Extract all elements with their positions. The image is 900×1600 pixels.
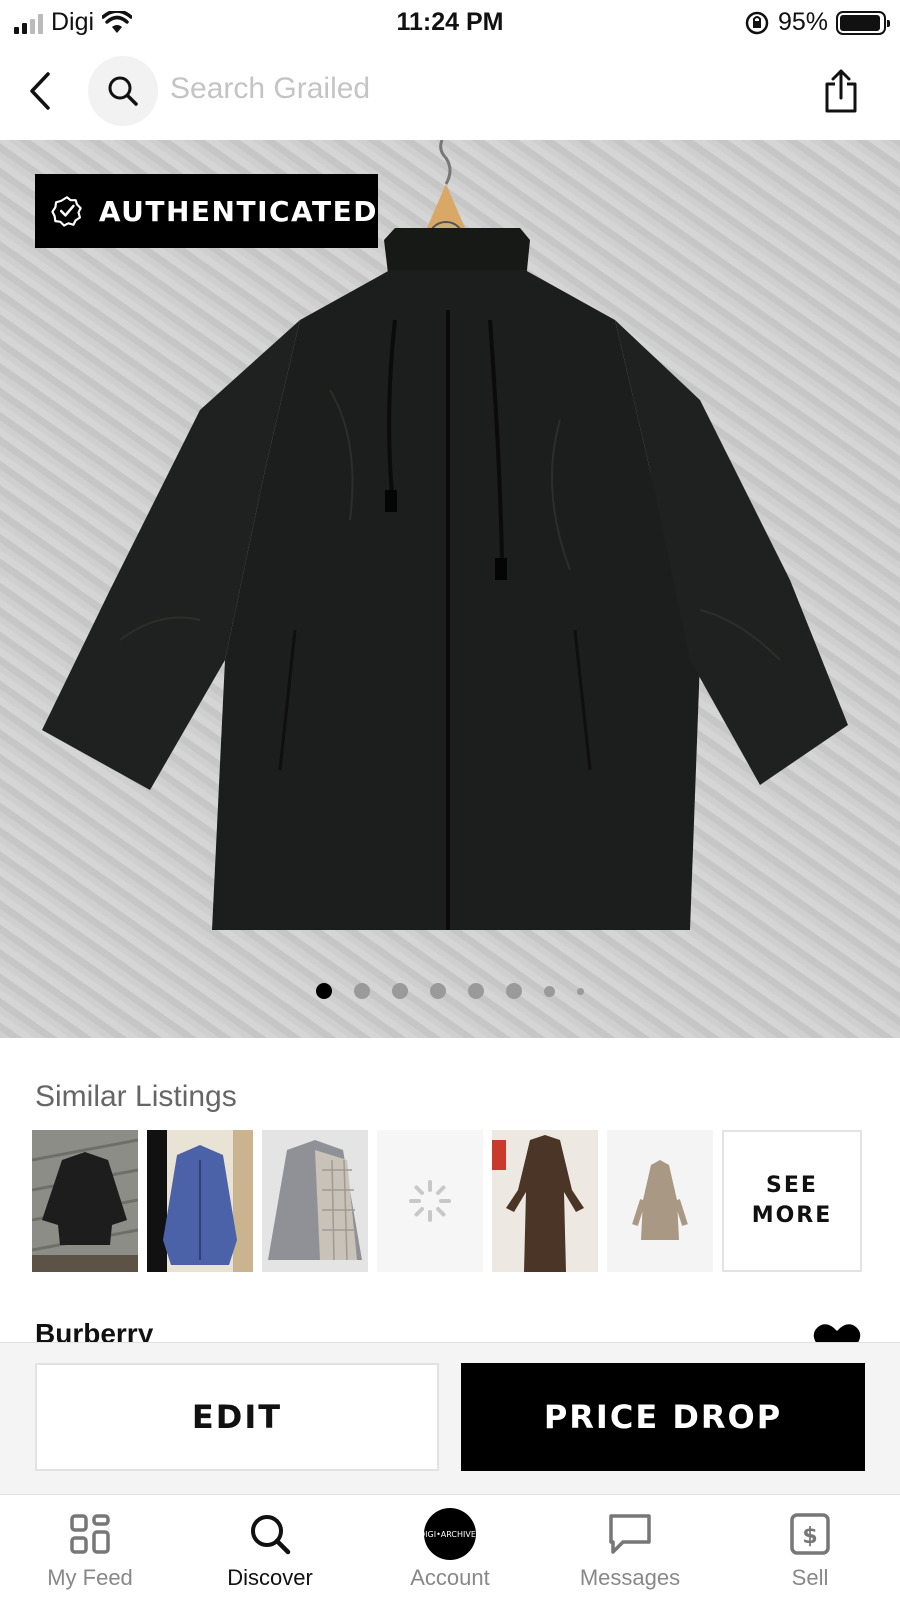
similar-listing-thumb[interactable] — [32, 1130, 138, 1272]
back-button[interactable] — [18, 66, 62, 116]
avatar-image: DIGI•ARCHIVES — [419, 1508, 481, 1560]
similar-listings-title: Similar Listings — [35, 1080, 237, 1113]
search-icon — [245, 1509, 295, 1559]
similar-listing-thumb[interactable] — [377, 1130, 483, 1272]
tab-account[interactable]: DIGI•ARCHIVES Account — [360, 1495, 540, 1600]
authenticated-badge[interactable]: AUTHENTICATED — [35, 174, 378, 248]
similar-listing-thumb[interactable] — [262, 1130, 368, 1272]
similar-listing-thumb[interactable] — [492, 1130, 598, 1272]
top-nav: Search Grailed — [0, 48, 900, 140]
similar-listing-thumb[interactable] — [607, 1130, 713, 1272]
carousel-dot[interactable] — [430, 983, 446, 999]
price-drop-button[interactable]: PRICE DROP — [461, 1363, 865, 1471]
status-bar: Digi 11:24 PM 95% — [0, 0, 900, 46]
dollar-tag-icon: $ — [785, 1509, 835, 1559]
tab-messages[interactable]: Messages — [540, 1495, 720, 1600]
carousel-dot[interactable] — [392, 983, 408, 999]
carousel-dot[interactable] — [316, 983, 332, 999]
carousel-dot[interactable] — [354, 983, 370, 999]
product-image-carousel[interactable]: AUTHENTICATED — [0, 140, 900, 1038]
tab-discover[interactable]: Discover — [180, 1495, 360, 1600]
avatar: DIGI•ARCHIVES — [419, 1508, 481, 1560]
favorite-button[interactable] — [812, 1322, 862, 1342]
carousel-dot[interactable] — [544, 985, 555, 997]
tab-label: Messages — [579, 1565, 681, 1590]
orientation-lock-icon — [745, 11, 769, 34]
tab-label: Discover — [227, 1565, 313, 1590]
carousel-dot[interactable] — [468, 983, 484, 999]
listing-brand: Burberry — [35, 1318, 154, 1342]
authenticated-label: AUTHENTICATED — [98, 194, 378, 228]
tab-bar: My Feed Discover DIGI•ARCHIVES Account M… — [0, 1494, 900, 1600]
loading-spinner-icon — [409, 1180, 451, 1222]
carousel-dot[interactable] — [577, 987, 584, 995]
share-icon — [825, 69, 857, 113]
carousel-dot[interactable] — [506, 983, 522, 999]
tab-sell[interactable]: $ Sell — [720, 1495, 900, 1600]
heart-icon — [813, 1324, 861, 1342]
carousel-dots — [0, 983, 900, 999]
search-button[interactable] — [88, 56, 158, 126]
verified-check-icon — [51, 196, 82, 227]
product-photo — [42, 140, 848, 930]
action-bar: EDIT PRICE DROP — [0, 1342, 900, 1494]
search-icon — [108, 76, 138, 106]
similar-listing-thumb[interactable] — [147, 1130, 253, 1272]
status-right: 95% — [744, 8, 890, 37]
tab-label: Account — [410, 1565, 490, 1590]
edit-button[interactable]: EDIT — [35, 1363, 439, 1471]
tab-label: Sell — [791, 1565, 829, 1590]
battery-percent: 95% — [777, 8, 828, 36]
chevron-left-icon — [30, 72, 50, 110]
tab-label: My Feed — [47, 1565, 133, 1590]
see-more-button[interactable]: SEE MORE — [722, 1130, 862, 1272]
search-input[interactable]: Search Grailed — [170, 72, 370, 106]
battery-icon — [836, 10, 890, 35]
share-button[interactable] — [816, 64, 866, 118]
similar-listings-row: SEE MORE — [32, 1130, 862, 1272]
tab-my-feed[interactable]: My Feed — [0, 1495, 180, 1600]
chat-icon — [605, 1509, 655, 1559]
svg-text:$: $ — [802, 1524, 817, 1549]
grid-icon — [65, 1509, 115, 1559]
